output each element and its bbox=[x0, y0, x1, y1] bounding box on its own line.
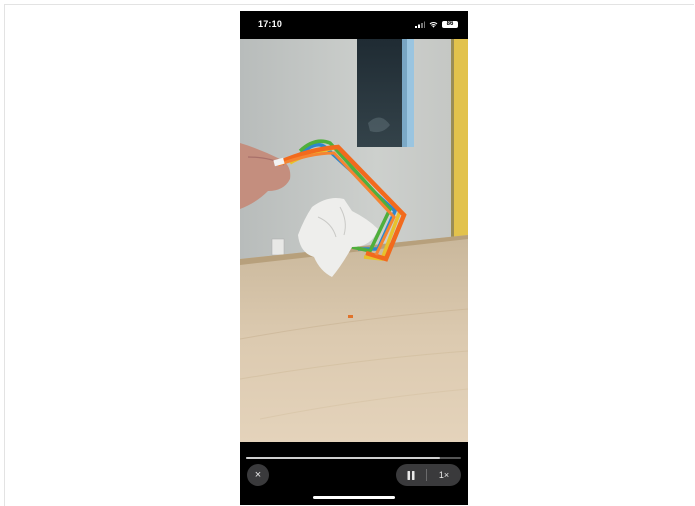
status-bar: 17:10 86 bbox=[240, 11, 468, 39]
scrubber[interactable] bbox=[246, 457, 461, 459]
video-frame[interactable] bbox=[240, 39, 468, 442]
status-icons: 86 bbox=[415, 20, 458, 29]
table bbox=[240, 235, 468, 442]
door-frame bbox=[453, 39, 468, 239]
status-time: 17:10 bbox=[258, 19, 283, 29]
home-indicator[interactable] bbox=[313, 496, 395, 499]
playback-pill: 1× bbox=[396, 464, 461, 486]
playback-speed-button[interactable]: 1× bbox=[427, 464, 461, 486]
pause-icon bbox=[407, 470, 415, 480]
signal-icon bbox=[415, 21, 425, 28]
wifi-icon bbox=[429, 22, 438, 28]
scrubber-progress bbox=[246, 457, 440, 459]
phone-screen: 17:10 86 × 1× bbox=[240, 11, 468, 505]
battery-icon: 86 bbox=[442, 21, 458, 28]
pause-button[interactable] bbox=[396, 464, 426, 486]
close-icon: × bbox=[254, 469, 262, 481]
close-button[interactable]: × bbox=[247, 464, 269, 486]
